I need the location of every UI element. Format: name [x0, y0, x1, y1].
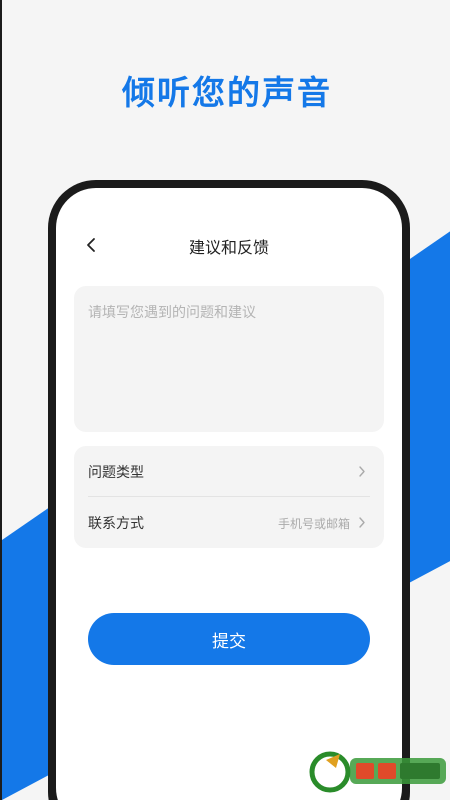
option-label: 问题类型 [88, 465, 144, 481]
headline: 倾听您的声音 [122, 73, 332, 112]
submit-button[interactable]: 提交 [88, 613, 370, 665]
chevron-left-icon[interactable] [84, 235, 98, 255]
nav-bar: 建议和反馈 [56, 228, 402, 262]
watermark-logo [309, 751, 446, 793]
option-issue-type[interactable]: 问题类型 [74, 446, 384, 497]
chevron-right-icon [359, 517, 365, 528]
phone-screen: 建议和反馈 问题类型 联系方式 手机号或邮箱 提交 [56, 188, 402, 800]
app-preview: 倾听您的声音 建议和反馈 问题类型 联系方式 手机号或邮箱 [0, 0, 450, 800]
feedback-input[interactable] [74, 286, 384, 432]
option-label: 联系方式 [88, 516, 144, 532]
option-contact[interactable]: 联系方式 手机号或邮箱 [74, 497, 384, 548]
chevron-right-icon [359, 466, 365, 477]
options-card: 问题类型 联系方式 手机号或邮箱 [74, 446, 384, 548]
page-title: 建议和反馈 [188, 238, 269, 257]
contact-hint: 手机号或邮箱 [277, 517, 350, 531]
